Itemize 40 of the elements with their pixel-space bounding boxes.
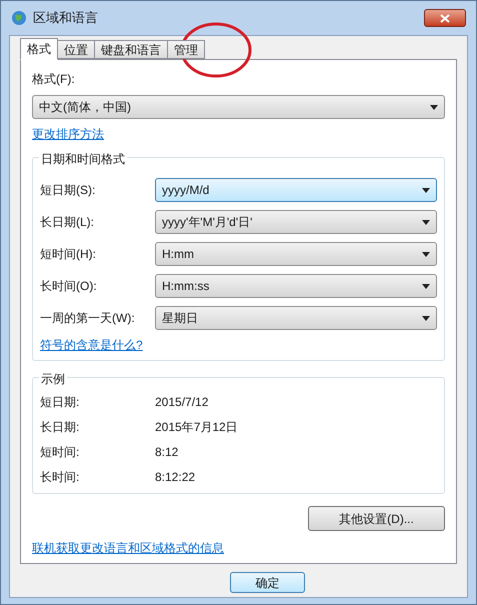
dropdown[interactable]: H:mm <box>155 242 437 266</box>
globe-icon <box>11 10 27 26</box>
dropdown[interactable]: yyyy'年'M'月'd'日' <box>155 210 437 234</box>
field-label: 格式(F): <box>32 71 76 88</box>
link[interactable]: 联机获取更改语言和区域格式的信息 <box>32 539 224 557</box>
field-label: 短时间(H): <box>40 246 97 263</box>
example-value: 2015/7/12 <box>155 394 208 411</box>
field-label: 长日期(L): <box>40 214 95 231</box>
tab[interactable]: 键盘和语言 <box>94 40 168 59</box>
example-label: 短时间: <box>40 444 80 461</box>
group-title: 日期和时间格式 <box>39 150 127 168</box>
tab[interactable]: 格式 <box>20 38 58 60</box>
dropdown[interactable]: yyyy/M/d <box>155 178 437 202</box>
field-label: 短日期(S): <box>40 182 96 199</box>
link[interactable]: 符号的含意是什么? <box>40 336 143 354</box>
close-button[interactable] <box>424 9 466 27</box>
caret-icon <box>430 104 438 110</box>
caret-icon <box>422 188 430 192</box>
example-label: 长日期: <box>40 419 80 436</box>
tab[interactable]: 位置 <box>57 40 95 59</box>
example-value: 8:12 <box>155 444 178 461</box>
field-label: 长时间(O): <box>40 278 98 295</box>
example-label: 长时间: <box>40 469 80 486</box>
caret-icon <box>422 316 430 320</box>
link[interactable]: 更改排序方法 <box>32 125 104 143</box>
example-value: 2015年7月12日 <box>155 419 238 436</box>
field-label: 一周的第一天(W): <box>40 310 136 327</box>
window-title: 区域和语言 <box>33 9 98 28</box>
example-label: 短日期: <box>40 394 80 411</box>
dropdown[interactable]: 星期日 <box>155 306 437 330</box>
example-value: 8:12:22 <box>155 469 196 486</box>
caret-icon <box>422 284 430 288</box>
ok-button[interactable]: 确定 <box>230 572 305 593</box>
close-icon <box>440 14 450 22</box>
dropdown[interactable]: H:mm:ss <box>155 274 437 298</box>
additional-settings-button[interactable]: 其他设置(D)... <box>308 506 445 531</box>
caret-icon <box>422 220 430 224</box>
tab[interactable]: 管理 <box>167 40 205 59</box>
dropdown[interactable]: 中文(简体，中国) <box>32 95 445 119</box>
caret-icon <box>422 252 430 256</box>
